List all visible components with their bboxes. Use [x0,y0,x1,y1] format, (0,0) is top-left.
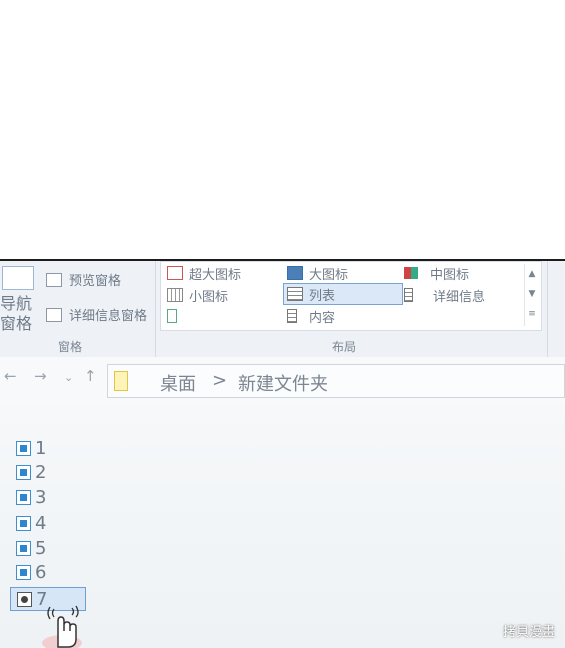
breadcrumb-desktop[interactable]: 桌面 [160,370,196,396]
file-icon [17,591,32,607]
content-icon [287,309,297,323]
details-pane-icon [46,307,62,322]
large-icons-icon [287,266,303,280]
preview-pane-icon [46,272,62,287]
tiles-icon [167,309,177,323]
scroll-more-icon[interactable]: ≡ [525,304,539,324]
navigation-pane-icon[interactable] [2,266,34,290]
layout-extra-large-icons[interactable]: 超大图标 [167,263,241,283]
list-item[interactable]: 4 [16,512,46,534]
pane-group: 导航 窗格 预览窗格 详细信息窗格 窗格 [0,261,156,359]
pane-group-label: 窗格 [58,340,83,354]
layout-group-label: 布局 [332,340,357,354]
list-item[interactable]: 1 [16,437,46,459]
file-icon [16,564,31,580]
list-icon [287,287,303,301]
layout-content[interactable]: 内容 [287,306,335,326]
layout-group: 超大图标 大图标 中图标 小图标 列表 详细信息 内容 ▲ ▼ ≡ 布局 [157,261,548,359]
extra-large-icons-label: 超大图标 [189,267,242,283]
small-icons-icon [167,288,183,302]
scroll-up-icon[interactable]: ▲ [525,264,539,284]
ribbon: 导航 窗格 预览窗格 详细信息窗格 窗格 超大图标 大图标 中图标 小图标 列表… [0,259,565,359]
navigation-pane-button[interactable]: 导航 窗格 [0,294,40,334]
content-label: 内容 [309,310,336,326]
address-bar[interactable]: 桌面 > 新建文件夹 [107,364,565,398]
layout-tiles[interactable] [167,306,183,326]
file-name: 1 [35,437,47,459]
medium-icons-icon [404,267,418,279]
details-pane-label: 详细信息窗格 [69,309,148,324]
file-name: 6 [35,561,47,583]
file-name: 5 [35,537,47,559]
list-item[interactable]: 2 [16,461,46,483]
file-name: 4 [35,512,47,534]
medium-icons-label: 中图标 [430,267,470,283]
layout-gallery: 超大图标 大图标 中图标 小图标 列表 详细信息 内容 ▲ ▼ ≡ [160,261,542,331]
watermark: 拷貝漫畫 [502,625,555,640]
extra-large-icons-icon [167,266,183,280]
file-icon [16,540,31,556]
file-icon [16,440,31,456]
list-item[interactable]: 6 [16,561,46,583]
layout-small-icons[interactable]: 小图标 [167,285,228,305]
back-arrow-icon[interactable]: ← [4,367,17,385]
address-row: ← → ⌄ ↑ 桌面 > 新建文件夹 [0,357,565,403]
preview-pane-button[interactable]: 预览窗格 [46,270,121,289]
breadcrumb-separator: > [212,370,228,391]
details-pane-button[interactable]: 详细信息窗格 [46,305,147,324]
file-icon [16,464,31,480]
ribbon-right-edge [550,261,565,359]
list-item[interactable]: 5 [16,537,46,559]
layout-details[interactable]: 详细信息 [404,285,485,305]
file-icon [16,515,31,531]
breadcrumb-new-folder[interactable]: 新建文件夹 [238,370,328,396]
file-name: 2 [35,461,47,483]
large-icons-label: 大图标 [309,267,349,283]
file-icon [16,489,31,505]
forward-arrow-icon[interactable]: → [34,367,47,385]
list-label: 列表 [309,288,336,304]
scroll-down-icon[interactable]: ▼ [525,284,539,304]
layout-large-icons[interactable]: 大图标 [287,263,348,283]
click-hand-icon [42,605,82,648]
recent-dropdown-icon[interactable]: ⌄ [64,371,73,384]
blank-area [0,0,565,259]
list-item[interactable]: 3 [16,486,46,508]
details-icon [404,288,413,302]
folder-icon [114,371,128,391]
layout-medium-icons[interactable]: 中图标 [404,263,469,283]
layout-list[interactable]: 列表 [283,283,403,305]
up-arrow-icon[interactable]: ↑ [84,367,97,385]
details-label: 详细信息 [433,289,486,305]
preview-pane-label: 预览窗格 [69,274,122,289]
file-name: 3 [35,486,47,508]
small-icons-label: 小图标 [189,289,229,305]
layout-scrollbar[interactable]: ▲ ▼ ≡ [524,264,539,326]
